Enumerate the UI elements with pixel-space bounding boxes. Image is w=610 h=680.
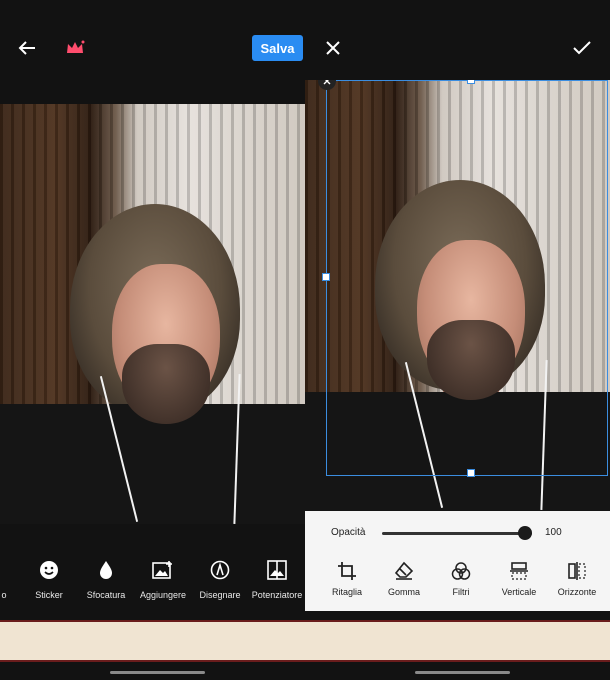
tool-eraser[interactable]: Gomma: [374, 561, 434, 597]
tool-enhance[interactable]: Potenziatore: [250, 556, 304, 611]
tool-sticker-label: Sticker: [35, 590, 63, 600]
photo-preview-right[interactable]: [305, 80, 610, 512]
premium-crown-icon[interactable]: [64, 38, 86, 58]
photo-beard: [122, 344, 210, 424]
tool-blur-label: Sfocatura: [86, 590, 126, 600]
tool-crop-label: Ritaglia: [331, 587, 362, 597]
flip-horizontal-icon: [567, 561, 587, 581]
tool-enhance-label: Potenziatore: [251, 590, 303, 600]
background-strip: [0, 620, 610, 662]
opacity-slider[interactable]: [382, 526, 532, 540]
save-button[interactable]: Salva: [252, 35, 303, 61]
filters-icon: [451, 561, 471, 581]
left-tool-bar: o Sticker Sfocatura Aggiungere Disegnare: [0, 556, 305, 611]
tool-flip-vertical[interactable]: Verticale: [489, 561, 549, 597]
left-top-bar: Salva: [0, 0, 305, 100]
resize-handle-bottom[interactable]: [467, 469, 475, 477]
tool-filters-label: Filtri: [452, 587, 470, 597]
tool-partial-label: o: [1, 590, 7, 600]
flip-vertical-icon: [509, 561, 529, 581]
tool-filters[interactable]: Filtri: [431, 561, 491, 597]
tool-blur[interactable]: Sfocatura: [82, 556, 130, 611]
confirm-check-icon[interactable]: [571, 38, 593, 58]
add-image-icon: [152, 556, 174, 584]
tool-flip-horizontal-label: Orizzonte: [557, 587, 597, 597]
opacity-label: Opacità: [331, 527, 366, 538]
tool-eraser-label: Gomma: [387, 587, 420, 597]
tool-draw[interactable]: Disegnare: [196, 556, 244, 611]
tool-add-image-label: Aggiungere: [139, 590, 187, 600]
blur-drop-icon: [98, 556, 114, 584]
crop-icon: [337, 561, 357, 581]
tool-flip-horizontal[interactable]: Orizzonte: [547, 561, 607, 597]
selection-frame[interactable]: [322, 80, 608, 477]
tool-add-image[interactable]: Aggiungere: [138, 556, 188, 611]
home-indicator[interactable]: [415, 671, 510, 674]
photo-preview-left[interactable]: [0, 104, 305, 524]
layer-edit-panel: Opacità 100 Ritaglia Gomma Filtri Vertic…: [305, 511, 610, 611]
enhance-icon: [267, 556, 287, 584]
resize-handle-left[interactable]: [322, 273, 330, 281]
sticker-icon: [39, 556, 59, 584]
draw-icon: [210, 556, 230, 584]
tool-sticker[interactable]: Sticker: [26, 556, 72, 611]
resize-handle-top[interactable]: [467, 80, 475, 84]
tool-partial[interactable]: o: [0, 556, 14, 611]
editor-left-panel: Salva o Sticker Sfocatura Aggiungere Dis…: [0, 0, 305, 680]
home-indicator[interactable]: [110, 671, 205, 674]
close-icon[interactable]: [323, 38, 343, 58]
opacity-slider-thumb[interactable]: [518, 526, 532, 540]
tool-flip-vertical-label: Verticale: [501, 587, 537, 597]
opacity-value: 100: [545, 527, 562, 538]
eraser-icon: [394, 561, 414, 581]
tool-crop[interactable]: Ritaglia: [317, 561, 377, 597]
back-arrow-icon[interactable]: [16, 38, 38, 58]
editor-right-panel: Opacità 100 Ritaglia Gomma Filtri Vertic…: [305, 0, 610, 680]
tool-draw-label: Disegnare: [199, 590, 241, 600]
